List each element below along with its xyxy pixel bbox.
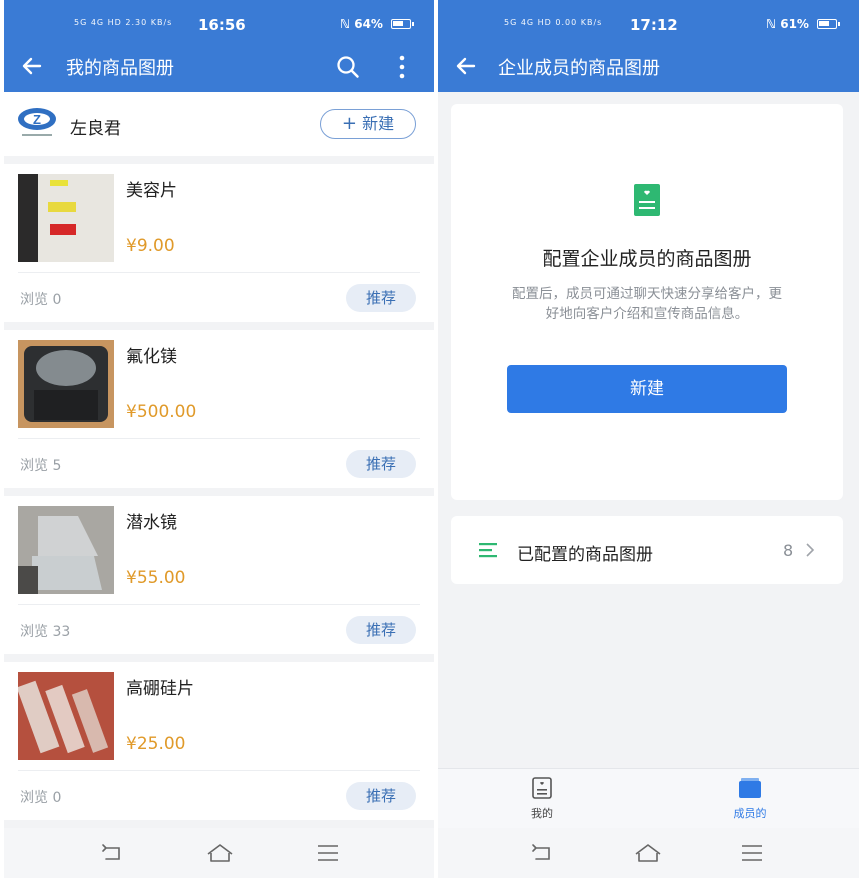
- left-screen: 5G 4G HD 2.30 KB/s 16:56 ℕ 64% 我的商品图册 Z …: [4, 0, 434, 878]
- search-icon[interactable]: [335, 54, 361, 80]
- nfc-icon: ℕ: [766, 17, 777, 31]
- product-image: [18, 340, 114, 428]
- product-card[interactable]: 高硼硅片 ¥25.00 浏览 0 推荐: [4, 662, 434, 820]
- battery-percent: 64%: [354, 17, 383, 31]
- configured-albums-count: 8: [783, 541, 794, 560]
- recommend-button[interactable]: 推荐: [346, 616, 416, 644]
- battery-status: ℕ 61%: [766, 17, 841, 31]
- back-arrow-icon[interactable]: [452, 52, 480, 80]
- signal-indicator: 5G 4G HD 2.30 KB/s: [74, 18, 173, 27]
- list-icon: [479, 543, 497, 558]
- home-key-icon[interactable]: [634, 842, 662, 864]
- battery-icon: [817, 19, 841, 29]
- setup-description: 配置后，成员可通过聊天快速分享给客户，更 好地向客户介绍和宣传商品信息。: [451, 284, 843, 324]
- left-title-bar: 我的商品图册: [4, 48, 434, 84]
- create-button[interactable]: 新建: [507, 365, 787, 413]
- nfc-icon: ℕ: [340, 17, 351, 31]
- company-logo: Z: [18, 108, 56, 136]
- view-count: 浏览 0: [20, 292, 62, 308]
- system-nav-bar: [4, 828, 434, 878]
- product-name: 氟化镁: [126, 347, 177, 367]
- right-title-bar: 企业成员的商品图册: [438, 48, 859, 84]
- left-status-bar: 5G 4G HD 2.30 KB/s 16:56 ℕ 64%: [4, 14, 434, 38]
- product-price: ¥500.00: [126, 402, 197, 422]
- back-key-icon[interactable]: [530, 842, 554, 864]
- setup-description-line-1: 配置后，成员可通过聊天快速分享给客户，更: [512, 286, 782, 302]
- status-time: 16:56: [198, 16, 246, 34]
- product-card[interactable]: 氟化镁 ¥500.00 浏览 5 推荐: [4, 330, 434, 488]
- tab-mine[interactable]: 我的: [512, 777, 572, 825]
- album-icon: [634, 184, 660, 216]
- product-image: [18, 174, 114, 262]
- tab-members-label: 成员的: [733, 807, 767, 820]
- tab-members[interactable]: 成员的: [720, 777, 780, 825]
- setup-description-line-2: 好地向客户介绍和宣传商品信息。: [545, 306, 749, 322]
- recommend-button[interactable]: 推荐: [346, 782, 416, 810]
- plus-icon: +: [341, 113, 357, 134]
- setup-heading: 配置企业成员的商品图册: [542, 248, 752, 270]
- user-header: Z 左良君 + 新建: [4, 92, 434, 156]
- view-count: 浏览 33: [20, 624, 71, 640]
- menu-key-icon[interactable]: [740, 842, 764, 864]
- battery-status: ℕ 64%: [340, 17, 415, 31]
- user-name: 左良君: [70, 119, 121, 139]
- configured-albums-label: 已配置的商品图册: [517, 545, 653, 565]
- status-time: 17:12: [630, 16, 678, 34]
- battery-percent: 61%: [780, 17, 809, 31]
- page-title: 我的商品图册: [66, 58, 174, 79]
- product-image: [18, 506, 114, 594]
- product-price: ¥25.00: [126, 734, 186, 754]
- divider: [18, 770, 420, 771]
- system-nav-bar: [438, 828, 859, 878]
- right-screen: 5G 4G HD 0.00 KB/s 17:12 ℕ 61% 企业成员的商品图册…: [438, 0, 859, 878]
- product-name: 高硼硅片: [126, 679, 194, 699]
- right-status-bar: 5G 4G HD 0.00 KB/s 17:12 ℕ 61%: [438, 14, 859, 38]
- bottom-tab-bar: 我的 成员的: [438, 768, 859, 828]
- divider: [18, 272, 420, 273]
- signal-indicator: 5G 4G HD 0.00 KB/s: [504, 18, 603, 27]
- back-arrow-icon[interactable]: [18, 52, 46, 80]
- new-album-label: 新建: [362, 114, 395, 133]
- new-album-button[interactable]: + 新建: [320, 109, 416, 139]
- chevron-right-icon: [806, 543, 815, 557]
- left-app-bar: 5G 4G HD 2.30 KB/s 16:56 ℕ 64% 我的商品图册: [4, 0, 434, 92]
- product-card[interactable]: 美容片 ¥9.00 浏览 0 推荐: [4, 164, 434, 322]
- recommend-button[interactable]: 推荐: [346, 450, 416, 478]
- view-count: 浏览 0: [20, 790, 62, 806]
- album-outline-icon: [532, 777, 552, 799]
- product-name: 美容片: [126, 181, 177, 201]
- configured-albums-row[interactable]: 已配置的商品图册 8: [451, 516, 843, 584]
- home-key-icon[interactable]: [206, 842, 234, 864]
- page-title: 企业成员的商品图册: [498, 58, 660, 79]
- folder-stack-icon: [739, 778, 761, 798]
- product-image: [18, 672, 114, 760]
- product-card[interactable]: 潜水镜 ¥55.00 浏览 33 推荐: [4, 496, 434, 654]
- menu-key-icon[interactable]: [316, 842, 340, 864]
- divider: [18, 604, 420, 605]
- tab-mine-label: 我的: [531, 807, 553, 820]
- setup-card: 配置企业成员的商品图册 配置后，成员可通过聊天快速分享给客户，更 好地向客户介绍…: [451, 104, 843, 500]
- product-price: ¥55.00: [126, 568, 186, 588]
- right-app-bar: 5G 4G HD 0.00 KB/s 17:12 ℕ 61% 企业成员的商品图册: [438, 0, 859, 92]
- product-name: 潜水镜: [126, 513, 177, 533]
- battery-icon: [391, 19, 415, 29]
- recommend-button[interactable]: 推荐: [346, 284, 416, 312]
- product-price: ¥9.00: [126, 236, 175, 256]
- divider: [18, 438, 420, 439]
- more-menu-icon[interactable]: [396, 54, 408, 80]
- svg-text:Z: Z: [33, 112, 41, 127]
- view-count: 浏览 5: [20, 458, 62, 474]
- back-key-icon[interactable]: [100, 842, 124, 864]
